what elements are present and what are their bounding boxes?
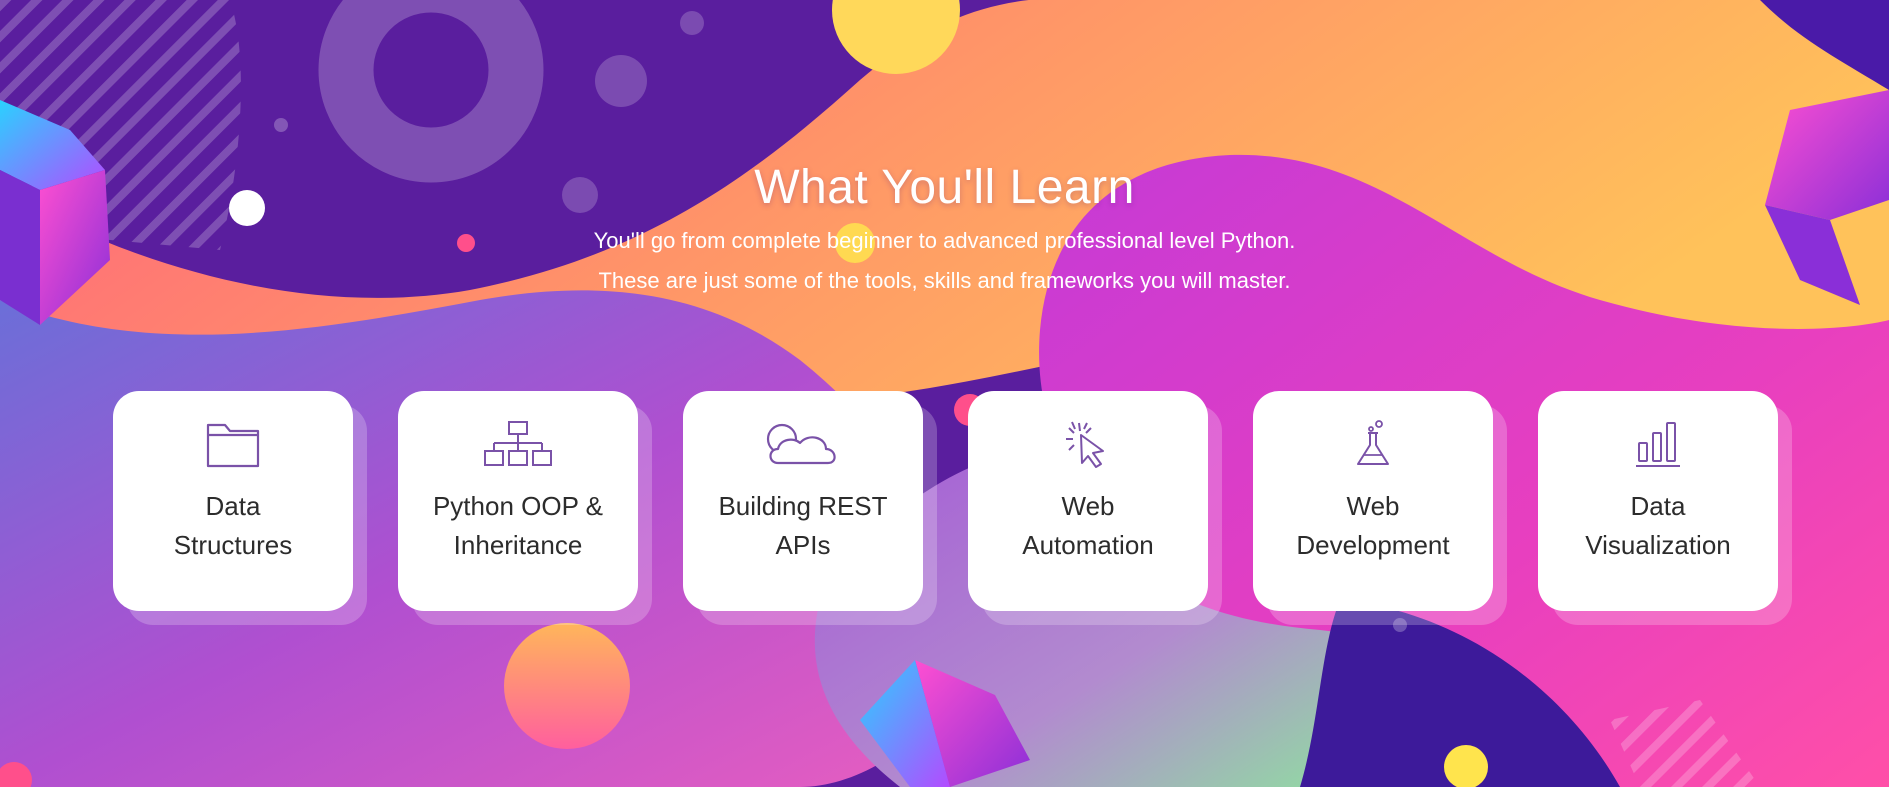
section-subtitle-line1: You'll go from complete beginner to adva… bbox=[593, 228, 1296, 253]
cloud-icon bbox=[766, 423, 836, 465]
flask-icon bbox=[1357, 420, 1389, 465]
label-line1: Web bbox=[1061, 491, 1115, 521]
skill-card[interactable]: Data Structures bbox=[113, 391, 353, 611]
label-line2: Automation bbox=[1022, 530, 1154, 560]
label-line1: Data bbox=[1630, 491, 1686, 521]
skill-card[interactable]: Building REST APIs bbox=[683, 391, 923, 611]
section-subtitle-line2: These are just some of the tools, skills… bbox=[598, 268, 1291, 293]
bar-chart-icon bbox=[1636, 422, 1680, 467]
skill-card[interactable]: Data Visualization bbox=[1538, 391, 1778, 611]
skill-card-label: Web Development bbox=[1253, 487, 1493, 565]
label-line2: Visualization bbox=[1585, 530, 1731, 560]
skill-card-label: Python OOP & Inheritance bbox=[398, 487, 638, 565]
skill-card[interactable]: Python OOP & Inheritance bbox=[398, 391, 638, 611]
label-line2: Inheritance bbox=[453, 530, 583, 560]
hierarchy-icon bbox=[484, 421, 552, 466]
skill-card-label: Data Structures bbox=[113, 487, 353, 565]
skill-card-label: Web Automation bbox=[968, 487, 1208, 565]
skill-card-rest-apis: Building REST APIs bbox=[683, 391, 937, 625]
skill-card-web-automation: Web Automation bbox=[968, 391, 1222, 625]
label-line2: APIs bbox=[775, 530, 831, 560]
skill-card-data-visualization: Data Visualization bbox=[1538, 391, 1792, 625]
label-line1: Building REST bbox=[718, 491, 888, 521]
skill-card-data-structures: Data Structures bbox=[113, 391, 367, 625]
skill-card[interactable]: Web Development bbox=[1253, 391, 1493, 611]
label-line1: Web bbox=[1346, 491, 1400, 521]
skill-card-label: Data Visualization bbox=[1538, 487, 1778, 565]
skill-card-python-oop: Python OOP & Inheritance bbox=[398, 391, 652, 625]
skills-card-row: Data Structures Python OOP & Inheritance bbox=[113, 391, 1792, 625]
skill-card[interactable]: Web Automation bbox=[968, 391, 1208, 611]
section-title: What You'll Learn bbox=[754, 161, 1135, 214]
skill-card-label: Building REST APIs bbox=[683, 487, 923, 565]
folder-icon bbox=[206, 423, 260, 468]
hero-section: What You'll Learn You'll go from complet… bbox=[0, 0, 1889, 787]
label-line1: Data bbox=[205, 491, 261, 521]
cursor-click-icon bbox=[1066, 421, 1104, 468]
skill-card-web-development: Web Development bbox=[1253, 391, 1507, 625]
label-line1: Python OOP & bbox=[432, 491, 604, 521]
label-line2: Structures bbox=[173, 530, 293, 560]
label-line2: Development bbox=[1296, 530, 1450, 560]
